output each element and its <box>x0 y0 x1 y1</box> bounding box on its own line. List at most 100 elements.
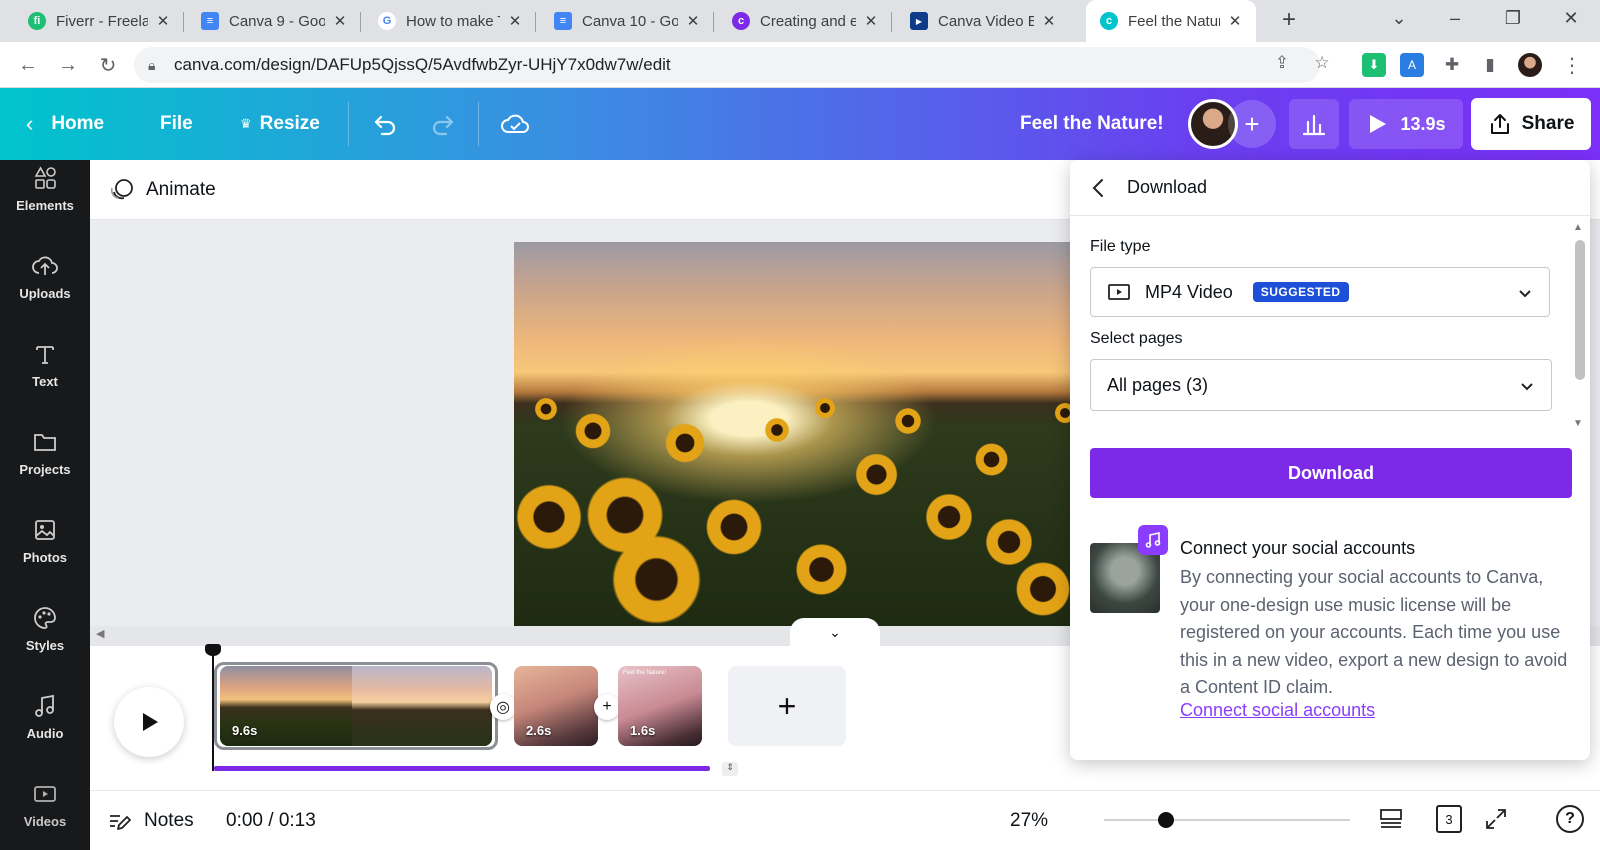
resize-button[interactable]: ♛ Resize <box>240 88 320 160</box>
play-icon <box>1370 115 1387 133</box>
sidebar-item-label: Elements <box>16 197 74 213</box>
browser-tab[interactable]: c Creating and editing ✕ <box>718 0 892 42</box>
fullscreen-button[interactable] <box>1484 807 1508 837</box>
design-title[interactable]: Feel the Nature! <box>1020 88 1164 160</box>
profile-avatar[interactable] <box>1518 53 1542 77</box>
download-button[interactable]: Download <box>1090 448 1572 498</box>
present-play-button[interactable]: 13.9s <box>1349 99 1463 149</box>
share-label: Share <box>1521 113 1575 134</box>
help-icon: ? <box>1565 810 1575 827</box>
extensions-puzzle-icon[interactable]: ✚ <box>1440 53 1464 77</box>
scrollbar-thumb[interactable] <box>1575 240 1585 380</box>
video-editor-icon: ▶ <box>910 12 928 30</box>
side-panel-icon[interactable]: ▮ <box>1478 53 1502 77</box>
url-bar[interactable]: 🔒︎ canva.com/design/DAFUp5QjssQ/5AvdfwbZ… <box>134 47 1320 83</box>
tab-title: Fiverr - Freelance <box>56 12 148 30</box>
scroll-up-icon[interactable]: ▲ <box>1573 222 1583 233</box>
home-button[interactable]: ‹ Home <box>26 88 104 160</box>
share-button[interactable]: Share <box>1471 98 1591 150</box>
sidebar-item-audio[interactable]: Audio <box>0 676 90 756</box>
browser-tab[interactable]: ≡ Canva 10 - Google Docs ✕ <box>540 0 714 42</box>
chevron-left-icon: ‹ <box>26 111 34 136</box>
zoom-slider-thumb[interactable] <box>1157 812 1174 828</box>
extension-translate-icon[interactable]: A <box>1400 53 1424 77</box>
browser-tab[interactable]: ≡ Canva 9 - Google Docs ✕ <box>187 0 361 42</box>
new-tab-button[interactable]: + <box>1266 2 1312 38</box>
zoom-slider[interactable] <box>1104 812 1350 828</box>
sidebar-item-photos[interactable]: Photos <box>0 500 90 580</box>
sidebar-item-text[interactable]: Text <box>0 324 90 404</box>
google-icon: G <box>378 12 396 30</box>
pages-value: All pages (3) <box>1107 374 1209 395</box>
close-icon[interactable]: ✕ <box>331 12 349 30</box>
file-type-value: MP4 Video <box>1145 281 1233 302</box>
extension-download-icon[interactable]: ⬇ <box>1362 53 1386 77</box>
sidebar-item-projects[interactable]: Projects <box>0 412 90 492</box>
page-count-button[interactable]: 3 <box>1436 805 1462 833</box>
add-collaborator-button[interactable]: + <box>1228 100 1276 148</box>
selected-clip-outline <box>214 662 498 750</box>
close-icon[interactable]: ✕ <box>506 12 524 30</box>
plus-icon: + <box>602 698 612 715</box>
browser-tab[interactable]: ▶ Canva Video Editor ✕ <box>896 0 1070 42</box>
scroll-left-icon[interactable]: ◀ <box>96 627 104 640</box>
add-page-button[interactable]: + <box>728 666 846 746</box>
cloud-saved-button[interactable] <box>500 88 530 160</box>
panel-scrollbar[interactable]: ▲ ▼ <box>1571 222 1587 434</box>
canva-icon: c <box>732 12 750 30</box>
minimize-button[interactable]: – <box>1432 0 1478 36</box>
sidebar-item-videos[interactable]: Videos <box>0 764 90 844</box>
reload-icon[interactable]: ↻ <box>94 51 122 79</box>
share-page-icon[interactable]: ⇪ <box>1270 51 1294 75</box>
select-pages-dropdown[interactable]: All pages (3) <box>1090 359 1552 411</box>
download-panel-header: Download <box>1070 160 1590 216</box>
redo-icon <box>432 115 454 136</box>
grid-view-button[interactable] <box>1378 807 1404 837</box>
close-icon[interactable]: ✕ <box>684 12 702 30</box>
undo-icon <box>374 115 396 136</box>
browser-tab-active[interactable]: c Feel the Nature! ✕ <box>1086 0 1256 42</box>
close-icon[interactable]: ✕ <box>1226 12 1244 30</box>
browser-menu-icon[interactable]: ⋮ <box>1560 53 1584 77</box>
browser-tab[interactable]: G How to make TikTok ✕ <box>364 0 536 42</box>
animate-label: Animate <box>146 179 216 200</box>
transition-button[interactable]: ◎ <box>490 694 516 720</box>
sidebar-item-elements[interactable]: Elements <box>0 160 90 228</box>
sidebar-item-styles[interactable]: Styles <box>0 588 90 668</box>
music-note-icon <box>1138 525 1168 555</box>
close-icon[interactable]: ✕ <box>1040 12 1058 30</box>
plus-icon: + <box>777 687 797 724</box>
undo-button[interactable] <box>372 88 398 160</box>
sidebar-item-uploads[interactable]: Uploads <box>0 236 90 316</box>
file-type-select[interactable]: MP4 Video SUGGESTED <box>1090 267 1550 317</box>
restore-button[interactable]: ❐ <box>1490 0 1536 36</box>
back-button[interactable] <box>1088 176 1110 205</box>
tab-title: Feel the Nature! <box>1128 12 1220 30</box>
timeline-play-button[interactable] <box>114 687 184 757</box>
fiverr-icon: fi <box>28 12 46 30</box>
tab-search-icon[interactable]: ⌄ <box>1376 0 1422 36</box>
browser-tab[interactable]: fi Fiverr - Freelance ✕ <box>14 0 184 42</box>
back-icon[interactable]: ← <box>14 51 42 79</box>
file-menu-button[interactable]: File <box>160 88 193 160</box>
insights-button[interactable] <box>1289 99 1339 149</box>
canva-header: ‹ Home File ♛ Resize Feel the Nature! + … <box>0 88 1600 160</box>
add-transition-button[interactable]: + <box>594 694 620 720</box>
redo-button[interactable] <box>430 88 456 160</box>
help-button[interactable]: ? <box>1556 805 1584 833</box>
animate-icon <box>110 179 133 200</box>
connect-social-accounts-link[interactable]: Connect social accounts <box>1180 700 1375 721</box>
notes-button[interactable]: Notes <box>108 810 194 832</box>
timeline-resize-handle[interactable]: ⇕ <box>722 762 738 776</box>
close-icon[interactable]: ✕ <box>862 12 880 30</box>
scroll-down-icon[interactable]: ▼ <box>1573 418 1583 429</box>
close-window-button[interactable]: ✕ <box>1548 0 1594 36</box>
timeline-clip-2[interactable]: 2.6s <box>514 666 598 746</box>
animate-button[interactable]: Animate <box>108 160 216 220</box>
bookmark-star-icon[interactable]: ☆ <box>1310 51 1334 75</box>
close-icon[interactable]: ✕ <box>154 12 172 30</box>
transition-icon: ◎ <box>496 699 510 716</box>
timeline-clip-3[interactable]: Feel the Nature! 1.6s <box>618 666 702 746</box>
collapse-timeline-button[interactable]: ⌄ <box>790 618 880 646</box>
forward-icon[interactable]: → <box>54 51 82 79</box>
